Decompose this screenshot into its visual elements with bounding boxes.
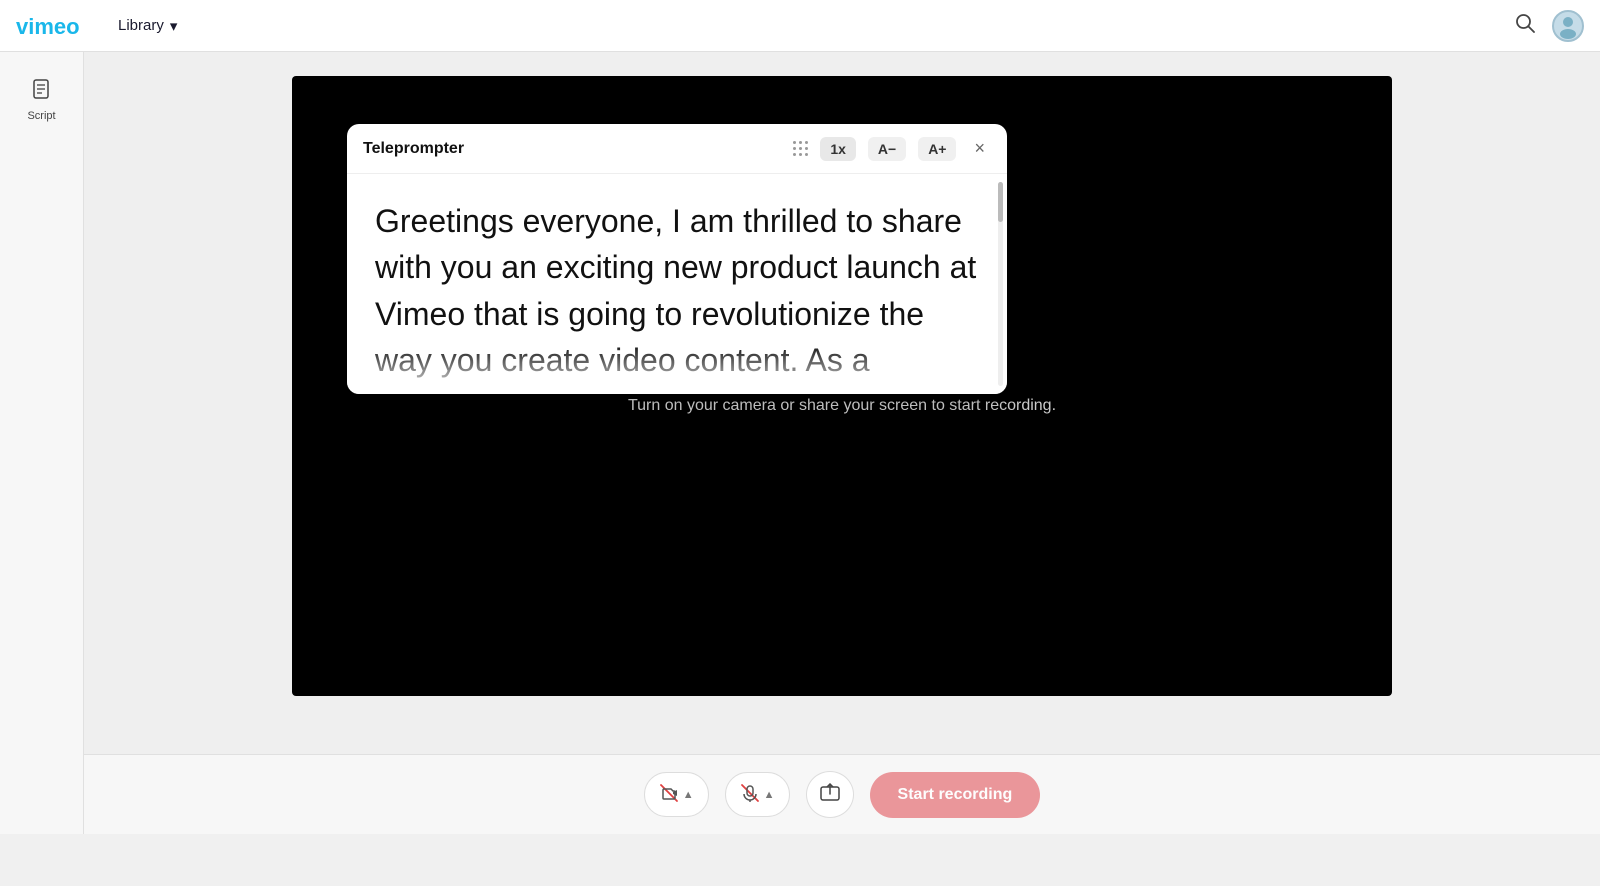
script-icon (31, 78, 53, 106)
svg-text:vimeo: vimeo (16, 14, 80, 39)
drag-dot (805, 141, 808, 144)
scrollbar-thumb (998, 182, 1003, 222)
library-dropdown[interactable]: Library ▾ (108, 11, 187, 41)
speed-button[interactable]: 1x (820, 137, 856, 161)
bottom-toolbar: ▲ ▲ Start recording (84, 754, 1600, 834)
camera-toggle-button[interactable]: ▲ (645, 773, 708, 816)
teleprompter-fade (347, 344, 1007, 394)
drag-dot (793, 153, 796, 156)
camera-chevron-icon: ▲ (683, 789, 694, 801)
search-button[interactable] (1514, 12, 1536, 39)
sidebar: Script (0, 52, 84, 834)
mic-toggle-button[interactable]: ▲ (726, 773, 789, 816)
teleprompter-body: Greetings everyone, I am thrilled to sha… (347, 174, 1007, 394)
ready-to-record-subtitle: Turn on your camera or share your screen… (628, 397, 1056, 415)
drag-dot (793, 141, 796, 144)
camera-icon (659, 783, 679, 806)
drag-dot (793, 147, 796, 150)
sidebar-item-script[interactable]: Script (8, 68, 76, 132)
main-content: Teleprompter 1x A− A+ × Greetings everyo… (84, 52, 1600, 834)
share-screen-button[interactable] (806, 771, 854, 818)
top-nav: vimeo Library ▾ (0, 0, 1600, 52)
mic-chevron-icon: ▲ (764, 789, 775, 801)
chevron-down-icon: ▾ (170, 17, 178, 35)
teleprompter-header: Teleprompter 1x A− A+ × (347, 124, 1007, 174)
drag-dot (799, 153, 802, 156)
nav-right (1514, 10, 1584, 42)
vimeo-logo[interactable]: vimeo (16, 12, 96, 40)
font-increase-button[interactable]: A+ (918, 137, 956, 161)
sidebar-item-script-label: Script (27, 110, 55, 122)
start-recording-button[interactable]: Start recording (870, 772, 1041, 818)
drag-handle[interactable] (792, 141, 808, 157)
user-avatar[interactable] (1552, 10, 1584, 42)
drag-dot (805, 153, 808, 156)
camera-btn-group: ▲ (644, 772, 709, 817)
scrollbar-track[interactable] (998, 182, 1003, 386)
teleprompter-panel: Teleprompter 1x A− A+ × Greetings everyo… (347, 124, 1007, 394)
font-decrease-button[interactable]: A− (868, 137, 906, 161)
library-label: Library (118, 17, 164, 34)
drag-dot (799, 147, 802, 150)
teleprompter-title: Teleprompter (363, 140, 780, 158)
mic-icon (740, 783, 760, 806)
teleprompter-close-button[interactable]: × (968, 136, 991, 161)
drag-dot (805, 147, 808, 150)
drag-dot (799, 141, 802, 144)
mic-btn-group: ▲ (725, 772, 790, 817)
